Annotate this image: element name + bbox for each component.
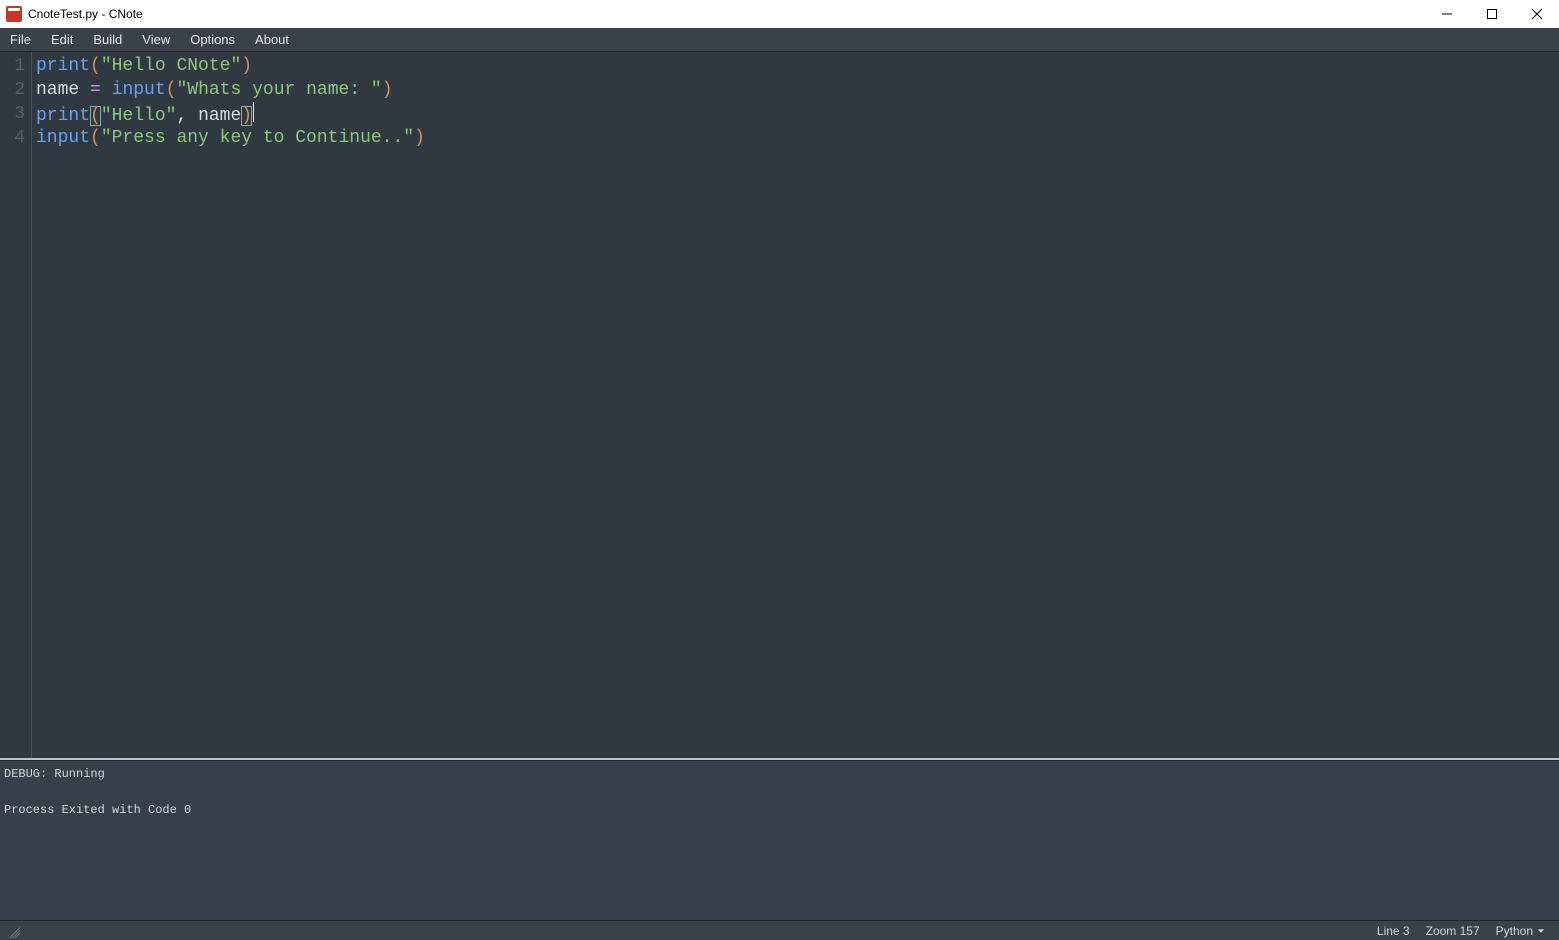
editor-area: 1234 print("Hello CNote")name = input("W…: [0, 52, 1559, 760]
token-paren: (: [90, 128, 101, 148]
code-line[interactable]: print("Hello CNote"): [36, 54, 1555, 78]
token-name: name: [187, 106, 241, 126]
maximize-icon: [1487, 9, 1497, 19]
code-editor[interactable]: print("Hello CNote")name = input("Whats …: [32, 52, 1559, 758]
resize-grip-icon: [6, 924, 20, 938]
code-line[interactable]: print("Hello", name): [36, 102, 1555, 126]
token-str: "Hello": [101, 106, 177, 126]
status-language-label: Python: [1496, 924, 1533, 938]
menu-about[interactable]: About: [245, 28, 299, 51]
menubar: File Edit Build View Options About: [0, 28, 1559, 52]
token-fn: input: [36, 128, 90, 148]
chevron-down-icon: [1537, 927, 1545, 935]
code-line[interactable]: name = input("Whats your name: "): [36, 78, 1555, 102]
token-name: [79, 80, 90, 100]
output-panel[interactable]: DEBUG: Running Process Exited with Code …: [0, 760, 1559, 920]
token-paren: ): [414, 128, 425, 148]
menu-file[interactable]: File: [0, 28, 41, 51]
text-caret: [253, 102, 254, 122]
token-paren: ): [382, 80, 393, 100]
token-paren: ): [241, 56, 252, 76]
status-line: Line 3: [1369, 924, 1418, 938]
menu-view[interactable]: View: [132, 28, 180, 51]
token-str: "Whats your name: ": [176, 80, 381, 100]
token-str: "Hello CNote": [101, 56, 241, 76]
minimize-icon: [1442, 9, 1452, 19]
token-name: [101, 80, 112, 100]
line-gutter: 1234: [0, 52, 32, 758]
token-name: name: [36, 80, 79, 100]
token-str: "Press any key to Continue..": [101, 128, 414, 148]
status-zoom: Zoom 157: [1418, 924, 1488, 938]
token-punct: ,: [176, 106, 187, 126]
token-op: =: [90, 80, 101, 100]
token-fn: print: [36, 106, 90, 126]
token-paren: (: [90, 106, 101, 126]
status-language-selector[interactable]: Python: [1488, 924, 1553, 938]
maximize-button[interactable]: [1469, 0, 1514, 28]
menu-build[interactable]: Build: [83, 28, 132, 51]
window-title: CnoteTest.py - CNote: [28, 7, 143, 21]
minimize-button[interactable]: [1424, 0, 1469, 28]
app-icon: [6, 6, 22, 22]
token-paren: (: [90, 56, 101, 76]
menu-options[interactable]: Options: [180, 28, 245, 51]
line-number: 3: [0, 102, 25, 126]
token-paren: ): [241, 106, 252, 126]
line-number: 4: [0, 126, 25, 150]
window-titlebar: CnoteTest.py - CNote: [0, 0, 1559, 28]
token-fn: input: [112, 80, 166, 100]
statusbar: Line 3 Zoom 157 Python: [0, 920, 1559, 940]
line-number: 2: [0, 78, 25, 102]
close-button[interactable]: [1514, 0, 1559, 28]
line-number: 1: [0, 54, 25, 78]
token-fn: print: [36, 56, 90, 76]
token-paren: (: [166, 80, 177, 100]
menu-edit[interactable]: Edit: [41, 28, 83, 51]
code-line[interactable]: input("Press any key to Continue.."): [36, 126, 1555, 150]
close-icon: [1532, 9, 1542, 19]
